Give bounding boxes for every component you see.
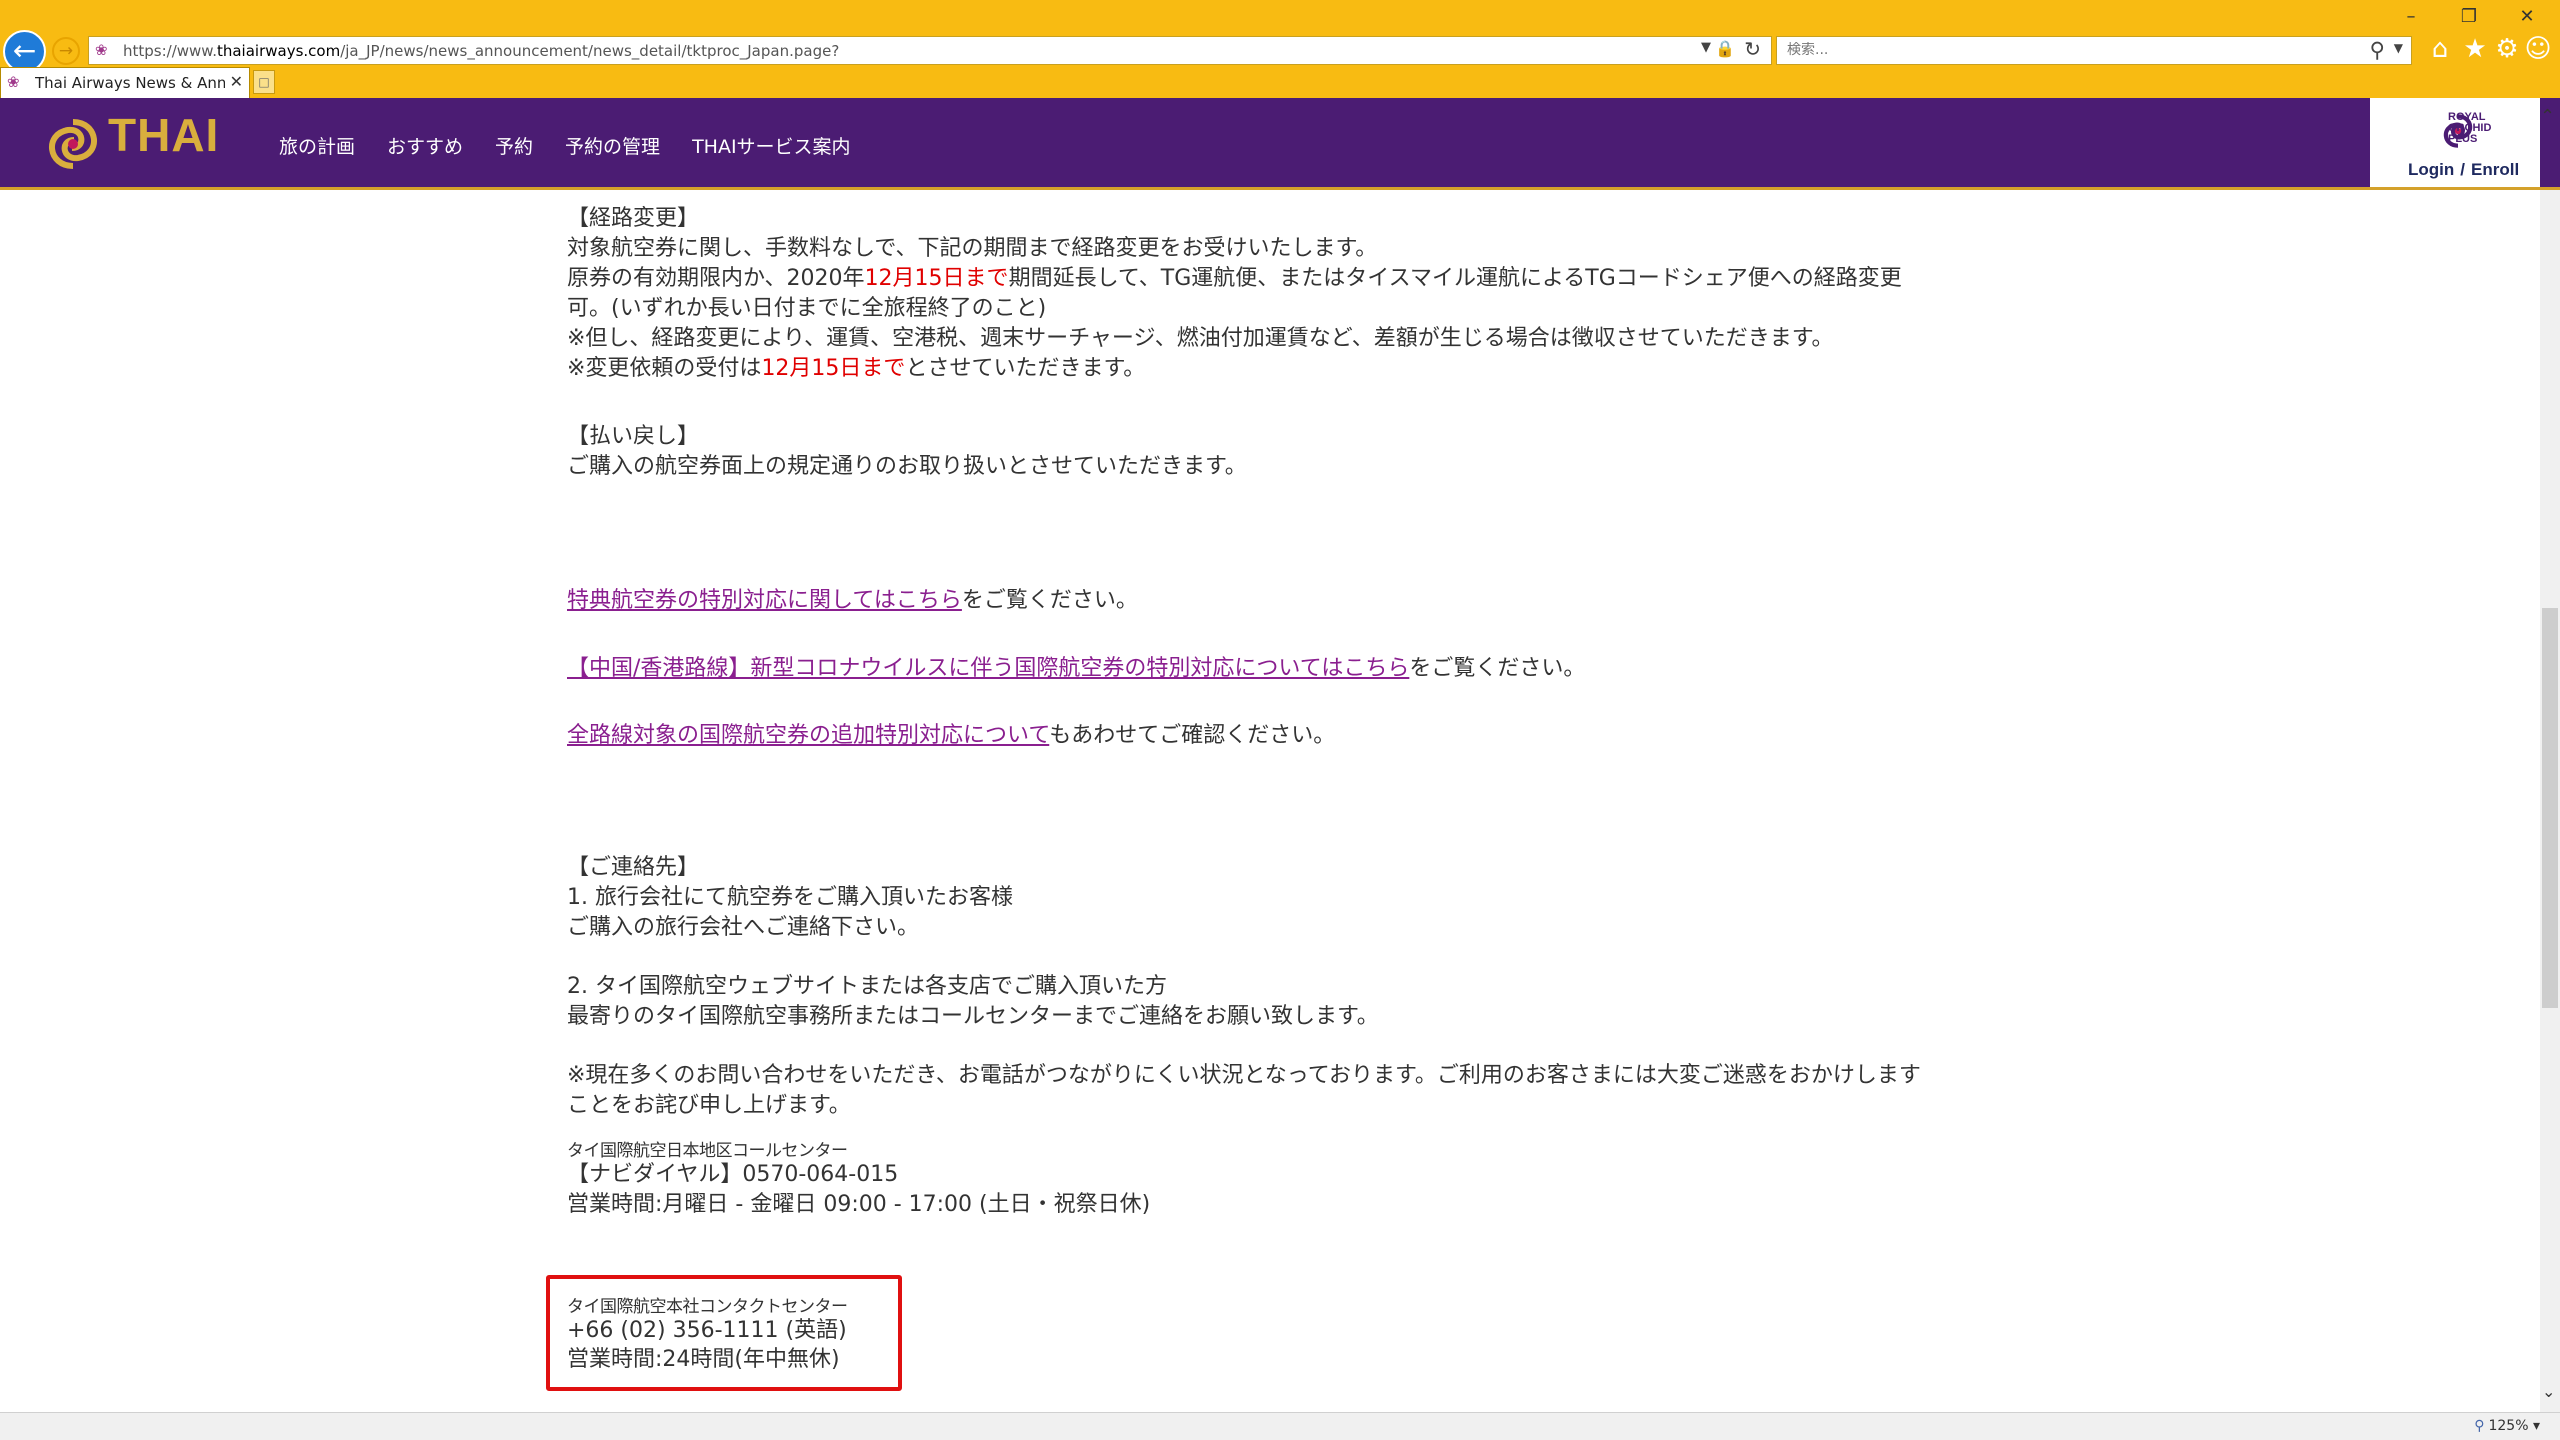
new-tab-button[interactable]: □ xyxy=(253,70,275,94)
text: ※変更依頼の受付は xyxy=(567,356,762,381)
arrow-left-icon: ← xyxy=(12,34,37,67)
text: とさせていただきます。 xyxy=(905,356,1146,381)
refund-heading: 【払い戻し】 xyxy=(567,424,700,449)
address-bar[interactable]: ❀ https://www.thaiairways.com/ja_JP/news… xyxy=(88,36,1772,65)
article-content: 【経路変更】 対象航空券に関し、手数料なしで、下記の期間まで経路変更をお受けいた… xyxy=(0,190,2540,1412)
browser-toolbar: ← → ❀ https://www.thaiairways.com/ja_JP/… xyxy=(0,0,2560,98)
all-routes-additional-link[interactable]: 全路線対象の国際航空券の追加特別対応について xyxy=(567,723,1049,748)
feedback-smiley-icon[interactable]: ☺ xyxy=(2523,34,2553,64)
highlight-box xyxy=(546,1275,902,1391)
link-suffix: をご覧ください。 xyxy=(961,588,1138,613)
tab-close-icon[interactable]: ✕ xyxy=(230,72,243,91)
new-tab-icon: □ xyxy=(258,75,270,89)
maximize-button[interactable]: ❐ xyxy=(2446,2,2492,34)
login-separator: / xyxy=(2460,160,2465,179)
deadline-highlight: 12月15日まで xyxy=(761,356,906,381)
scroll-down-icon[interactable]: ⌄ xyxy=(2542,1382,2555,1401)
site-header: THAI 旅の計画 おすすめ 予約 予約の管理 THAIサービス案内 ROYAL… xyxy=(0,98,2560,190)
rop-brand-text: ROYAL ORCHID PLUS xyxy=(2448,112,2491,145)
link-paragraph: 特典航空券の特別対応に関してはこちらをご覧ください。 xyxy=(567,586,1138,616)
royal-orchid-plus-panel: ROYAL ORCHID PLUS Login / Enroll xyxy=(2370,98,2540,187)
contact-item1-body: ご購入の旅行会社へご連絡下さい。 xyxy=(567,915,920,940)
route-change-heading: 【経路変更】 xyxy=(567,206,700,231)
link-paragraph: 全路線対象の国際航空券の追加特別対応についてもあわせてご確認ください。 xyxy=(567,721,1335,751)
link-suffix: もあわせてご確認ください。 xyxy=(1049,723,1336,748)
browser-tab[interactable]: ❀ Thai Airways News & Anno... ✕ xyxy=(0,67,250,98)
thai-orchid-logo[interactable] xyxy=(38,114,108,174)
gear-icon[interactable]: ⚙ xyxy=(2492,34,2522,64)
forward-button[interactable]: → xyxy=(52,37,80,65)
status-bar: ⚲ 125% ▾ xyxy=(0,1412,2560,1440)
favorites-star-icon[interactable]: ★ xyxy=(2460,34,2490,64)
japan-call-center-phone: 【ナビダイヤル】0570-064-015 xyxy=(567,1162,899,1187)
contact-item1-title: 1. 旅行会社にて航空券をご購入頂いたお客様 xyxy=(567,885,1013,910)
vertical-scrollbar[interactable]: ⌄ xyxy=(2540,190,2560,1412)
award-ticket-link[interactable]: 特典航空券の特別対応に関してはこちら xyxy=(567,588,962,613)
minimize-button[interactable]: – xyxy=(2388,2,2434,34)
refresh-icon[interactable]: ↻ xyxy=(1744,37,1761,61)
route-change-note1: ※但し、経路変更により、運賃、空港税、週末サーチャージ、燃油付加運賃など、差額が… xyxy=(567,326,1834,351)
search-icon[interactable]: ⚲ xyxy=(2370,38,2385,62)
nav-item-recommend[interactable]: おすすめ xyxy=(387,132,463,159)
link-paragraph: 【中国/香港路線】新型コロナウイルスに伴う国際航空券の特別対応についてはこちらを… xyxy=(567,654,1585,684)
lock-icon[interactable]: 🔒 xyxy=(1715,39,1735,58)
contact-item2-title: 2. タイ国際航空ウェブサイトまたは各支店でご購入頂いた方 xyxy=(567,974,1167,999)
url-path: /ja_JP/news/news_announcement/news_detai… xyxy=(340,42,840,60)
link-suffix: をご覧ください。 xyxy=(1409,656,1586,681)
deadline-highlight: 12月15日まで xyxy=(864,266,1009,291)
nav-item-manage-booking[interactable]: 予約の管理 xyxy=(565,132,660,159)
url-prefix: https://www. xyxy=(123,42,217,60)
tab-favicon-icon: ❀ xyxy=(7,73,20,91)
search-dropdown-icon[interactable]: ▼ xyxy=(2394,41,2403,55)
nav-item-plan[interactable]: 旅の計画 xyxy=(279,132,355,159)
search-input[interactable] xyxy=(1787,42,2327,58)
text: 原券の有効期限内か、2020年 xyxy=(567,266,865,291)
login-row: Login / Enroll xyxy=(2408,160,2525,180)
contact-notice-line2: ことをお詫び申し上げます。 xyxy=(567,1093,851,1118)
url-host: thaiairways.com xyxy=(216,42,341,60)
site-favicon-icon: ❀ xyxy=(95,41,108,59)
search-box[interactable]: ⚲ ▼ xyxy=(1776,36,2412,65)
route-change-note2: ※変更依頼の受付は12月15日までとさせていただきます。 xyxy=(567,354,1145,384)
close-window-button[interactable]: ✕ xyxy=(2504,2,2550,34)
home-icon[interactable]: ⌂ xyxy=(2425,34,2455,64)
main-nav: 旅の計画 おすすめ 予約 予約の管理 THAIサービス案内 xyxy=(279,132,883,159)
tab-title: Thai Airways News & Anno... xyxy=(35,74,225,92)
zoom-control[interactable]: ⚲ 125% ▾ xyxy=(2474,1418,2540,1434)
contact-heading: 【ご連絡先】 xyxy=(567,855,700,880)
scroll-up-icon[interactable]: ⌃ xyxy=(2540,106,2555,127)
text: 期間延長して、TG運航便、またはタイスマイル運航によるTGコードシェア便への経路… xyxy=(1008,266,1902,291)
refund-line1: ご購入の航空券面上の規定通りのお取り扱いとさせていただきます。 xyxy=(567,454,1247,479)
zoom-icon: ⚲ xyxy=(2474,1418,2485,1434)
route-change-line3: 可。(いずれか長い日付までに全旅程終了のこと) xyxy=(567,296,1047,321)
china-hk-route-link[interactable]: 【中国/香港路線】新型コロナウイルスに伴う国際航空券の特別対応についてはこちら xyxy=(567,656,1409,681)
route-change-line1: 対象航空券に関し、手数料なしで、下記の期間まで経路変更をお受けいたします。 xyxy=(567,236,1378,261)
nav-item-services[interactable]: THAIサービス案内 xyxy=(692,132,851,159)
thai-logo-text[interactable]: THAI xyxy=(108,108,219,162)
contact-item2-body: 最寄りのタイ国際航空事務所またはコールセンターまでご連絡をお願い致します。 xyxy=(567,1004,1379,1029)
japan-call-center-hours: 営業時間:月曜日 - 金曜日 09:00 - 17:00 (土日・祝祭日休) xyxy=(567,1192,1151,1217)
rop-line: PLUS xyxy=(2448,133,2478,145)
zoom-level: 125% xyxy=(2488,1418,2529,1434)
address-dropdown-icon[interactable]: ▼ xyxy=(1701,40,1711,55)
url-text[interactable]: https://www.thaiairways.com/ja_JP/news/n… xyxy=(123,42,839,60)
contact-notice-line1: ※現在多くのお問い合わせをいただき、お電話がつながりにくい状況となっております。… xyxy=(567,1063,1921,1088)
enroll-link[interactable]: Enroll xyxy=(2471,160,2519,179)
route-change-line2: 原券の有効期限内か、2020年12月15日まで期間延長して、TG運航便、またはタ… xyxy=(567,264,1902,294)
login-link[interactable]: Login xyxy=(2408,160,2454,179)
arrow-right-icon: → xyxy=(58,41,74,61)
scrollbar-thumb[interactable] xyxy=(2542,608,2558,1008)
nav-item-book[interactable]: 予約 xyxy=(495,132,533,159)
